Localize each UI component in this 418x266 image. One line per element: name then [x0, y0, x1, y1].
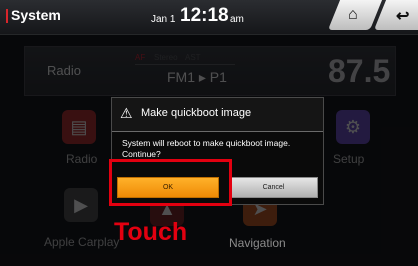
back-arrow-icon: ↩: [396, 8, 410, 25]
screen: System Jan 1 12:18 am ⌂ ↩ Radio AF Stere…: [0, 0, 418, 266]
date-display: Jan 1: [151, 14, 176, 25]
clock-time: 12:18: [180, 5, 229, 26]
dialog-title: Make quickboot image: [141, 107, 252, 119]
title-accent: [6, 9, 8, 23]
warning-icon: ⚠: [120, 105, 133, 121]
dialog-message: System will reboot to make quickboot ima…: [122, 138, 291, 159]
top-bar: System Jan 1 12:18 am ⌂ ↩: [0, 0, 418, 35]
touch-annotation: Touch: [114, 218, 188, 246]
clock-ampm: am: [230, 14, 244, 25]
home-icon: ⌂: [348, 6, 358, 23]
dialog-header: ⚠ Make quickboot image: [112, 98, 323, 132]
page-title: System: [11, 7, 61, 23]
touch-highlight-frame: [109, 159, 232, 206]
cancel-button[interactable]: Cancel: [229, 177, 318, 198]
